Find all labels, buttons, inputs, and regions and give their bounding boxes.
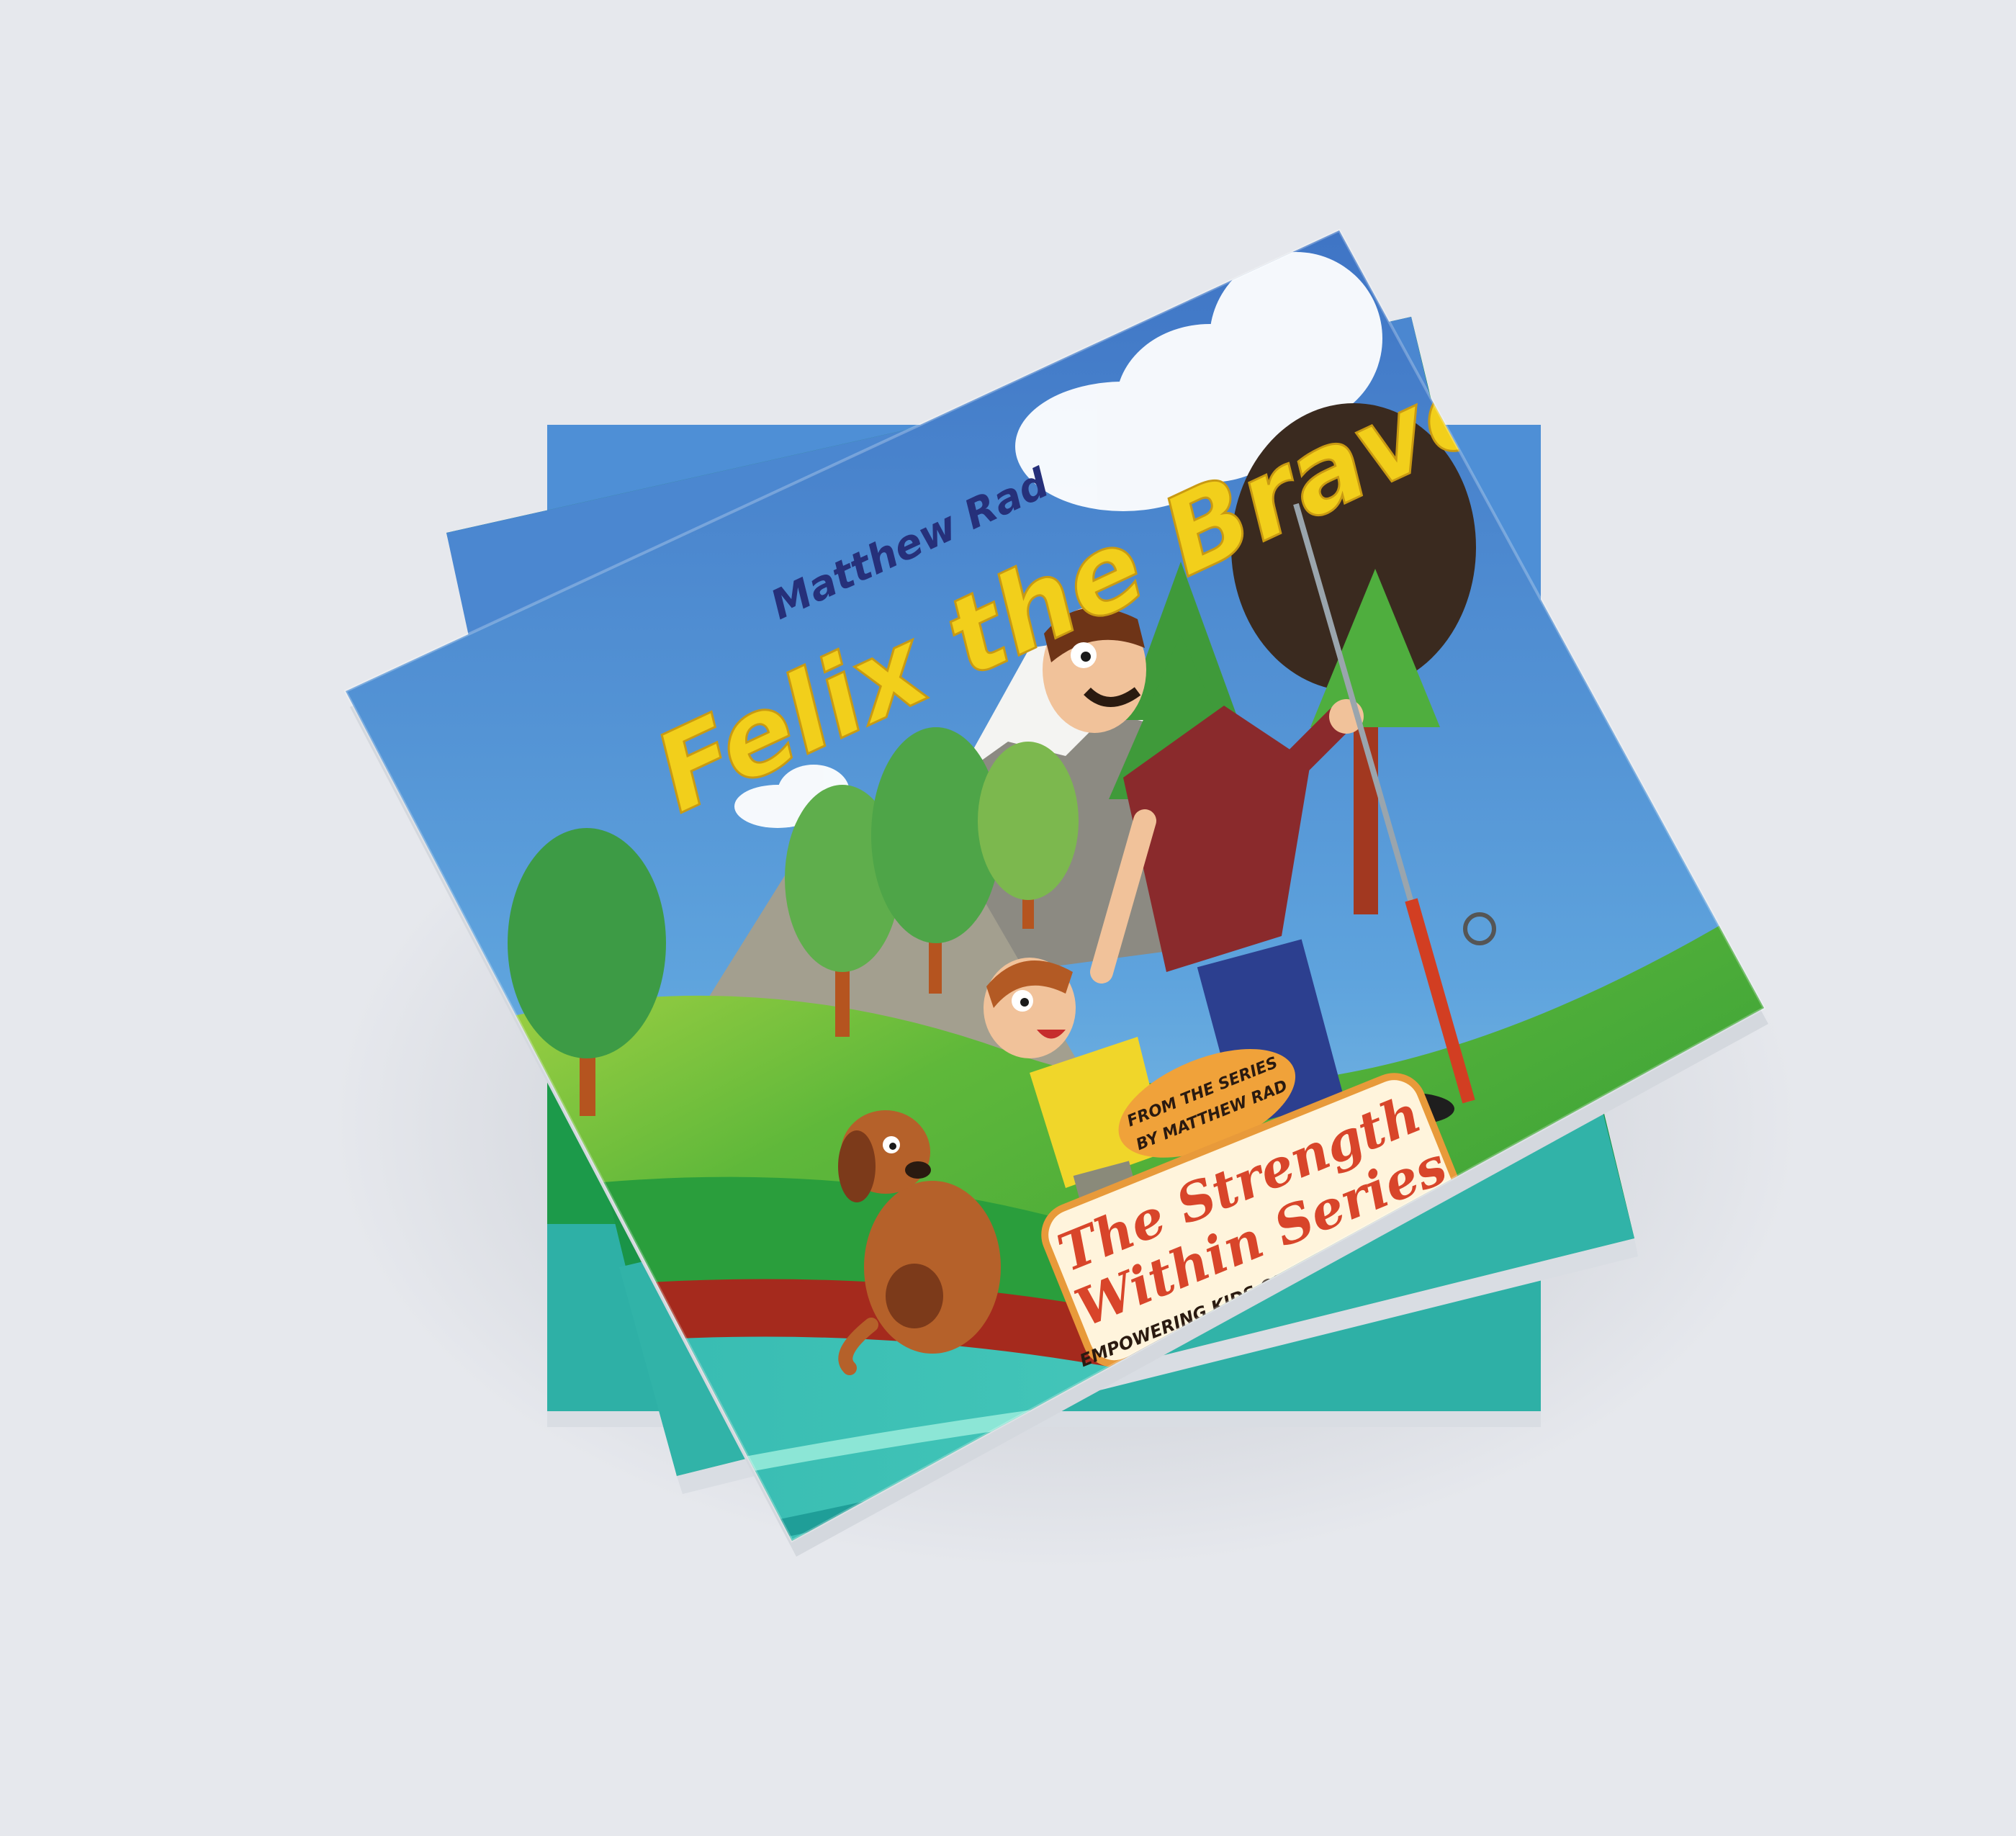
book-mockup-scene: Matthew Rad Felix the Brave FROM THE SER… <box>331 228 1800 1570</box>
